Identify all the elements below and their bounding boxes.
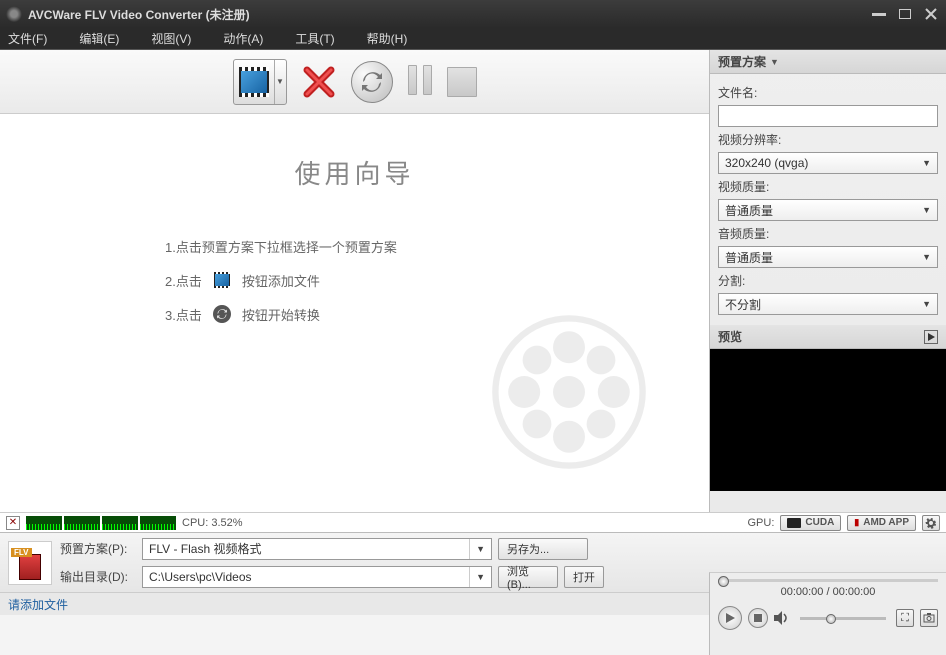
step1-text: 1.点击预置方案下拉框选择一个预置方案	[165, 237, 397, 256]
step3b-text: 按钮开始转换	[242, 305, 320, 324]
resolution-select[interactable]: 320x240 (qvga)▼	[718, 152, 938, 174]
preview-panel-header: 预览	[710, 325, 946, 349]
detach-preview-button[interactable]	[924, 330, 938, 344]
menu-bar: 文件(F) 编辑(E) 视图(V) 动作(A) 工具(T) 帮助(H)	[0, 28, 946, 50]
add-file-button[interactable]: ▼	[233, 59, 287, 105]
hint-text: 请添加文件	[8, 596, 68, 613]
audio-quality-select[interactable]: 普通质量▼	[718, 246, 938, 268]
menu-file[interactable]: 文件(F)	[8, 30, 47, 47]
play-button[interactable]	[718, 606, 742, 630]
convert-button[interactable]	[351, 61, 393, 103]
stop-button[interactable]	[447, 67, 477, 97]
maximize-button[interactable]	[896, 7, 914, 21]
split-select[interactable]: 不分割▼	[718, 293, 938, 315]
chevron-down-icon: ▼	[469, 539, 485, 559]
browse-button[interactable]: 浏览(B)...	[498, 566, 558, 588]
title-bar: AVCWare FLV Video Converter (未注册)	[0, 0, 946, 28]
cuda-badge[interactable]: CUDA	[780, 515, 841, 531]
wizard-step-2: 2.点击 按钮添加文件	[165, 263, 709, 297]
filename-input[interactable]	[718, 105, 938, 127]
settings-button[interactable]	[922, 515, 940, 531]
film-icon	[214, 272, 230, 288]
film-icon	[19, 554, 41, 580]
format-icon: FLV	[8, 541, 52, 585]
wizard-title: 使用向导	[0, 154, 709, 191]
video-quality-select[interactable]: 普通质量▼	[718, 199, 938, 221]
window-title: AVCWare FLV Video Converter (未注册)	[28, 6, 870, 23]
cpu-meter	[26, 516, 176, 530]
reel-watermark-icon	[489, 312, 649, 472]
preset-header-label: 预置方案	[718, 53, 766, 70]
wizard-step-1: 1.点击预置方案下拉框选择一个预置方案	[165, 229, 709, 263]
video-quality-label: 视频质量:	[718, 178, 938, 195]
preset-label: 预置方案(P):	[60, 540, 136, 557]
chevron-down-icon: ▼	[922, 205, 931, 215]
flv-badge-icon: FLV	[11, 548, 32, 557]
preset-combo[interactable]: FLV - Flash 视频格式▼	[142, 538, 492, 560]
chevron-down-icon: ▼	[469, 567, 485, 587]
amd-icon: ▮	[854, 517, 859, 528]
amd-badge[interactable]: ▮AMD APP	[847, 515, 916, 531]
audio-quality-label: 音频质量:	[718, 225, 938, 242]
cpu-label: CPU: 3.52%	[182, 517, 243, 529]
main-pane: ▼ 使用向导 1.点击预置方案下拉框选择一个预置方案 2.点击 按钮添加文件	[0, 50, 709, 512]
preset-panel-header[interactable]: 预置方案 ▼	[710, 50, 946, 74]
split-label: 分割:	[718, 272, 938, 289]
output-label: 输出目录(D):	[60, 568, 136, 585]
step3a-text: 3.点击	[165, 305, 202, 324]
snapshot-button[interactable]	[920, 609, 938, 627]
wizard-area: 使用向导 1.点击预置方案下拉框选择一个预置方案 2.点击 按钮添加文件 3.点…	[0, 114, 709, 512]
menu-view[interactable]: 视图(V)	[151, 30, 191, 47]
chevron-down-icon: ▼	[770, 57, 779, 67]
filename-label: 文件名:	[718, 84, 938, 101]
app-icon	[6, 6, 22, 22]
output-combo[interactable]: C:\Users\pc\Videos▼	[142, 566, 492, 588]
menu-edit[interactable]: 编辑(E)	[79, 30, 119, 47]
chevron-down-icon[interactable]: ▼	[274, 60, 286, 104]
close-meter-button[interactable]: ✕	[6, 516, 20, 530]
chevron-down-icon: ▼	[922, 299, 931, 309]
resolution-label: 视频分辨率:	[718, 131, 938, 148]
fullscreen-button[interactable]: ⛶	[896, 609, 914, 627]
minimize-button[interactable]	[870, 7, 888, 21]
status-bar: ✕ CPU: 3.52% GPU: CUDA ▮AMD APP	[0, 512, 946, 532]
open-button[interactable]: 打开	[564, 566, 604, 588]
step2a-text: 2.点击	[165, 271, 202, 290]
seek-slider[interactable]	[718, 579, 938, 582]
convert-small-icon	[213, 305, 231, 323]
menu-help[interactable]: 帮助(H)	[367, 30, 408, 47]
toolbar: ▼	[0, 50, 709, 114]
time-label: 00:00:00 / 00:00:00	[718, 586, 938, 598]
preview-box	[710, 349, 946, 491]
close-button[interactable]	[922, 7, 940, 21]
preview-controls: 00:00:00 / 00:00:00 ⛶	[710, 573, 946, 636]
side-panel: 预置方案 ▼ 文件名: 视频分辨率: 320x240 (qvga)▼ 视频质量:…	[709, 50, 946, 512]
gpu-label: GPU:	[748, 517, 775, 529]
film-icon	[239, 67, 269, 97]
step2b-text: 按钮添加文件	[242, 271, 320, 290]
nvidia-icon	[787, 518, 801, 528]
preview-header-label: 预览	[718, 328, 742, 345]
stop-preview-button[interactable]	[748, 608, 768, 628]
chevron-down-icon: ▼	[922, 252, 931, 262]
menu-action[interactable]: 动作(A)	[223, 30, 263, 47]
menu-tool[interactable]: 工具(T)	[295, 30, 334, 47]
volume-icon[interactable]	[774, 611, 790, 625]
pause-button[interactable]	[405, 65, 435, 99]
remove-button[interactable]	[299, 62, 339, 102]
save-as-button[interactable]: 另存为...	[498, 538, 588, 560]
volume-slider[interactable]	[800, 617, 886, 620]
chevron-down-icon: ▼	[922, 158, 931, 168]
